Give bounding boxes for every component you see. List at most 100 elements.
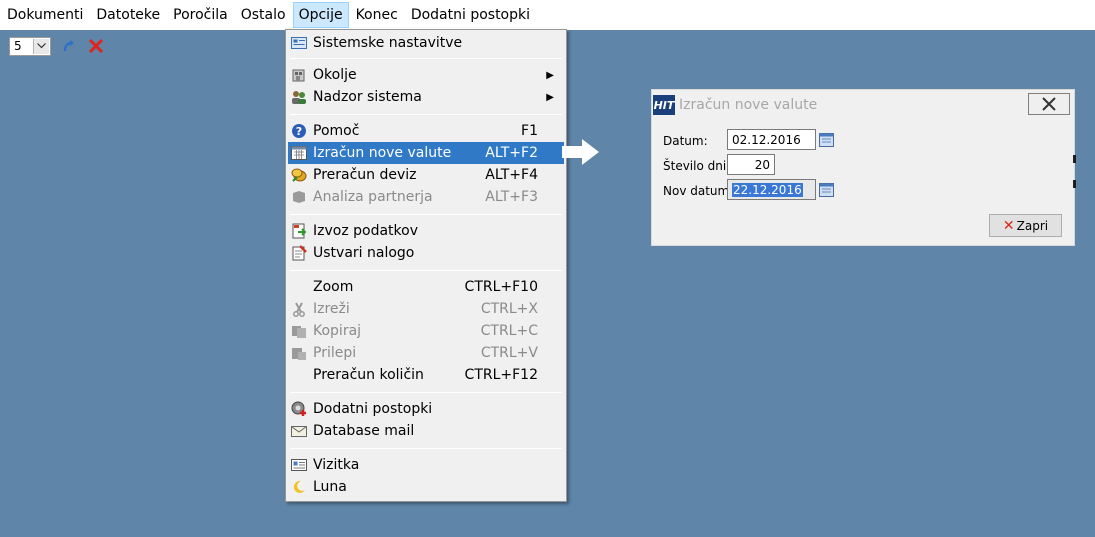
close-icon[interactable] bbox=[87, 37, 105, 55]
business-card-icon bbox=[290, 456, 308, 474]
menu-item-label: Ustvari nalogo bbox=[313, 245, 415, 261]
menu-item-dodatni-postopki[interactable]: Dodatni postopki bbox=[288, 398, 564, 420]
menu-bar: Dokumenti Datoteke Poročila Ostalo Opcij… bbox=[0, 0, 1095, 30]
chevron-down-icon[interactable] bbox=[33, 38, 49, 54]
menu-item-prilepi[interactable]: Prilepi CTRL+V bbox=[288, 342, 564, 364]
toolbar: 5 bbox=[9, 35, 105, 57]
menu-porocila[interactable]: Poročila bbox=[167, 2, 234, 28]
menu-item-analiza-partnerja[interactable]: Analiza partnerja ALT+F3 bbox=[288, 186, 564, 208]
menu-item-shortcut: CTRL+V bbox=[480, 345, 538, 361]
menu-item-database-mail[interactable]: Database mail bbox=[288, 420, 564, 442]
menu-konec[interactable]: Konec bbox=[350, 2, 404, 28]
partner-icon bbox=[290, 188, 308, 206]
separator bbox=[290, 270, 562, 271]
stevilo-dni-value: 20 bbox=[754, 157, 770, 172]
menu-item-shortcut: CTRL+F10 bbox=[464, 279, 538, 295]
dialog-title: Izračun nove valute bbox=[679, 97, 818, 113]
dialog-close-button[interactable] bbox=[1028, 93, 1070, 115]
stevilo-dni-input[interactable]: 20 bbox=[727, 154, 775, 175]
users-icon bbox=[290, 88, 308, 106]
window-count-select[interactable]: 5 bbox=[9, 36, 51, 56]
separator bbox=[290, 448, 562, 449]
separator bbox=[290, 392, 562, 393]
submenu-arrow-icon: ▶ bbox=[546, 91, 554, 103]
calendar-icon[interactable] bbox=[818, 131, 834, 147]
nov-datum-value: 22.12.2016 bbox=[732, 182, 803, 197]
cut-icon bbox=[290, 300, 308, 318]
menu-item-label: Database mail bbox=[313, 423, 415, 439]
window-count-value: 5 bbox=[14, 39, 22, 53]
menu-item-label: Sistemske nastavitve bbox=[313, 35, 463, 51]
menu-item-label: Izvoz podatkov bbox=[313, 223, 418, 239]
opcije-dropdown-menu: Sistemske nastavitve Okolje ▶ Nadzor sis… bbox=[285, 29, 567, 502]
separator bbox=[290, 114, 562, 115]
menu-opcije[interactable]: Opcije bbox=[292, 2, 349, 28]
nov-datum-input[interactable]: 22.12.2016 bbox=[727, 179, 816, 200]
menu-item-shortcut: ALT+F4 bbox=[485, 167, 538, 183]
menu-item-izvoz-podatkov[interactable]: Izvoz podatkov bbox=[288, 220, 564, 242]
close-icon bbox=[1042, 97, 1056, 111]
menu-item-preracun-deviz[interactable]: Preračun deviz ALT+F4 bbox=[288, 164, 564, 186]
menu-item-icon-placeholder bbox=[290, 366, 308, 384]
menu-item-pomoc[interactable]: ? Pomoč F1 bbox=[288, 120, 564, 142]
dialog-title-bar[interactable]: HIT Izračun nove valute bbox=[652, 90, 1074, 120]
settings-icon bbox=[290, 34, 308, 52]
menu-item-nadzor-sistema[interactable]: Nadzor sistema ▶ bbox=[288, 86, 564, 108]
menu-item-shortcut: ALT+F3 bbox=[485, 189, 538, 205]
menu-dokumenti[interactable]: Dokumenti bbox=[1, 2, 89, 28]
zapri-button[interactable]: ✕ Zapri bbox=[989, 214, 1062, 237]
separator bbox=[290, 58, 562, 59]
close-icon: ✕ bbox=[1002, 217, 1015, 234]
submenu-arrow-icon: ▶ bbox=[546, 69, 554, 81]
calendar-icon bbox=[290, 144, 308, 162]
environment-icon bbox=[290, 66, 308, 84]
menu-item-shortcut: CTRL+C bbox=[480, 323, 538, 339]
svg-text:?: ? bbox=[296, 125, 302, 138]
menu-item-izrezi[interactable]: Izreži CTRL+X bbox=[288, 298, 564, 320]
menu-item-label: Vizitka bbox=[313, 457, 360, 473]
menu-item-vizitka[interactable]: Vizitka bbox=[288, 454, 564, 476]
stevilo-dni-label: Število dni: bbox=[663, 159, 731, 173]
background-window-edge bbox=[1073, 155, 1076, 163]
menu-item-izracun-nove-valute[interactable]: Izračun nove valute ALT+F2 bbox=[288, 142, 564, 164]
menu-item-label: Dodatni postopki bbox=[313, 401, 433, 417]
menu-item-ustvari-nalogo[interactable]: Ustvari nalogo bbox=[288, 242, 564, 264]
datum-value: 02.12.2016 bbox=[732, 132, 801, 147]
menu-item-luna[interactable]: Luna bbox=[288, 476, 564, 498]
copy-icon bbox=[290, 322, 308, 340]
separator bbox=[290, 214, 562, 215]
mail-icon bbox=[290, 422, 308, 440]
menu-item-shortcut: CTRL+F12 bbox=[464, 367, 538, 383]
menu-item-sistemske-nastavitve[interactable]: Sistemske nastavitve bbox=[288, 32, 564, 54]
paste-icon bbox=[290, 344, 308, 362]
izracun-nove-valute-dialog: HIT Izračun nove valute Datum: 02.12.201… bbox=[651, 89, 1075, 246]
menu-item-kopiraj[interactable]: Kopiraj CTRL+C bbox=[288, 320, 564, 342]
menu-item-icon-placeholder bbox=[290, 278, 308, 296]
help-icon: ? bbox=[290, 122, 308, 140]
background-window-edge bbox=[1073, 180, 1076, 188]
menu-item-shortcut: F1 bbox=[521, 123, 538, 139]
menu-item-shortcut: ALT+F2 bbox=[485, 145, 538, 161]
moon-icon bbox=[290, 478, 308, 496]
calendar-icon[interactable] bbox=[818, 181, 834, 197]
menu-item-preracun-kolicin[interactable]: Preračun količin CTRL+F12 bbox=[288, 364, 564, 386]
menu-item-label: Luna bbox=[313, 479, 347, 495]
datum-label: Datum: bbox=[663, 134, 708, 148]
menu-datoteke[interactable]: Datoteke bbox=[90, 2, 166, 28]
zapri-button-label: Zapri bbox=[1016, 218, 1049, 233]
task-icon bbox=[290, 244, 308, 262]
export-icon bbox=[290, 222, 308, 240]
procedures-icon bbox=[290, 400, 308, 418]
arrow-right-icon bbox=[562, 138, 600, 170]
menu-item-shortcut: CTRL+X bbox=[480, 301, 538, 317]
datum-input[interactable]: 02.12.2016 bbox=[727, 129, 816, 150]
menu-dodatni-postopki[interactable]: Dodatni postopki bbox=[405, 2, 536, 28]
refresh-icon[interactable] bbox=[60, 37, 78, 55]
menu-item-okolje[interactable]: Okolje ▶ bbox=[288, 64, 564, 86]
menu-item-label: Okolje bbox=[313, 67, 357, 83]
menu-item-zoom[interactable]: Zoom CTRL+F10 bbox=[288, 276, 564, 298]
currency-icon bbox=[290, 166, 308, 184]
app-logo: HIT bbox=[653, 95, 675, 115]
nov-datum-label: Nov datum: bbox=[663, 184, 734, 198]
menu-ostalo[interactable]: Ostalo bbox=[235, 2, 292, 28]
